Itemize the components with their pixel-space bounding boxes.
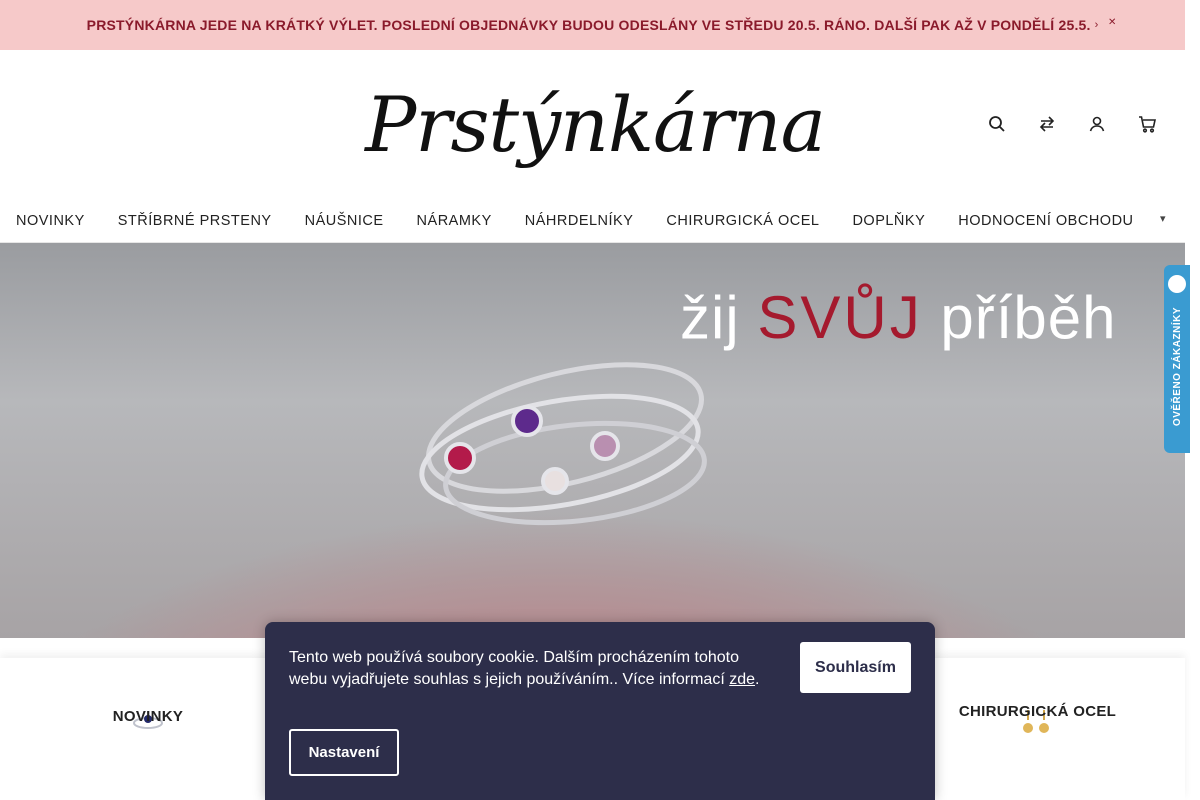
cookie-trailing: .	[755, 671, 760, 688]
nav-item-stribrne-prsteny[interactable]: STŘÍBRNÉ PRSTENY	[118, 213, 272, 229]
rings-image	[419, 362, 707, 526]
compare-icon[interactable]	[1022, 112, 1072, 136]
tagline-accent: SVŮJ	[757, 284, 923, 351]
cookie-banner: Tento web používá soubory cookie. Dalším…	[265, 622, 935, 800]
category-chirurgicka-ocel[interactable]: CHIRURGICKÁ OCEL	[950, 703, 1125, 720]
cookie-text: Tento web používá soubory cookie. Dalším…	[289, 647, 779, 691]
chevron-right-icon: ›	[1094, 19, 1099, 31]
cookie-settings-button[interactable]: Nastavení	[289, 729, 399, 776]
category-novinky[interactable]: NOVINKY	[98, 708, 198, 725]
cookie-accept-button[interactable]: Souhlasím	[800, 642, 911, 693]
hero-banner[interactable]: žij SVŮJ příběh	[0, 243, 1185, 638]
header-icons	[972, 112, 1172, 136]
nav-item-chirurgicka-ocel[interactable]: CHIRURGICKÁ OCEL	[666, 213, 819, 229]
search-icon[interactable]	[972, 112, 1022, 136]
nav-item-nahrdelniky[interactable]: NÁHRDELNÍKY	[525, 213, 634, 229]
logo-text: Prstýnkárna	[365, 80, 826, 169]
hero-tagline: žij SVŮJ příběh	[680, 283, 1117, 352]
cookie-message: Tento web používá soubory cookie. Dalším…	[289, 649, 740, 688]
announcement-bar: PRSTÝNKÁRNA JEDE NA KRÁTKÝ VÝLET. POSLED…	[0, 0, 1185, 50]
trust-badge[interactable]: OVĚŘENO ZÁKAZNÍKY	[1164, 265, 1190, 453]
user-icon[interactable]	[1072, 112, 1122, 136]
site-logo[interactable]: Prstýnkárna	[365, 62, 826, 187]
nav-item-hodnoceni-obchodu[interactable]: HODNOCENÍ OBCHODU	[958, 213, 1133, 229]
verified-seal-icon	[1168, 275, 1186, 293]
trust-badge-text: OVĚŘENO ZÁKAZNÍKY	[1171, 307, 1183, 427]
tagline-post: příběh	[940, 284, 1117, 351]
tagline-pre: žij	[680, 284, 740, 351]
nav-item-doplnky[interactable]: DOPLŇKY	[852, 213, 925, 229]
cart-icon[interactable]	[1122, 112, 1172, 136]
nav-item-naramky[interactable]: NÁRAMKY	[417, 213, 492, 229]
main-nav: NOVINKY STŘÍBRNÉ PRSTENY NÁUŠNICE NÁRAMK…	[0, 200, 1185, 243]
cookie-more-link[interactable]: zde	[729, 671, 755, 688]
chevron-down-icon[interactable]: ▾	[1160, 212, 1166, 225]
nav-item-novinky[interactable]: NOVINKY	[16, 213, 85, 229]
announcement-text: PRSTÝNKÁRNA JEDE NA KRÁTKÝ VÝLET. POSLED…	[86, 17, 1091, 33]
nav-item-nausnice[interactable]: NÁUŠNICE	[305, 213, 384, 229]
close-icon[interactable]: ✕	[1108, 17, 1116, 28]
